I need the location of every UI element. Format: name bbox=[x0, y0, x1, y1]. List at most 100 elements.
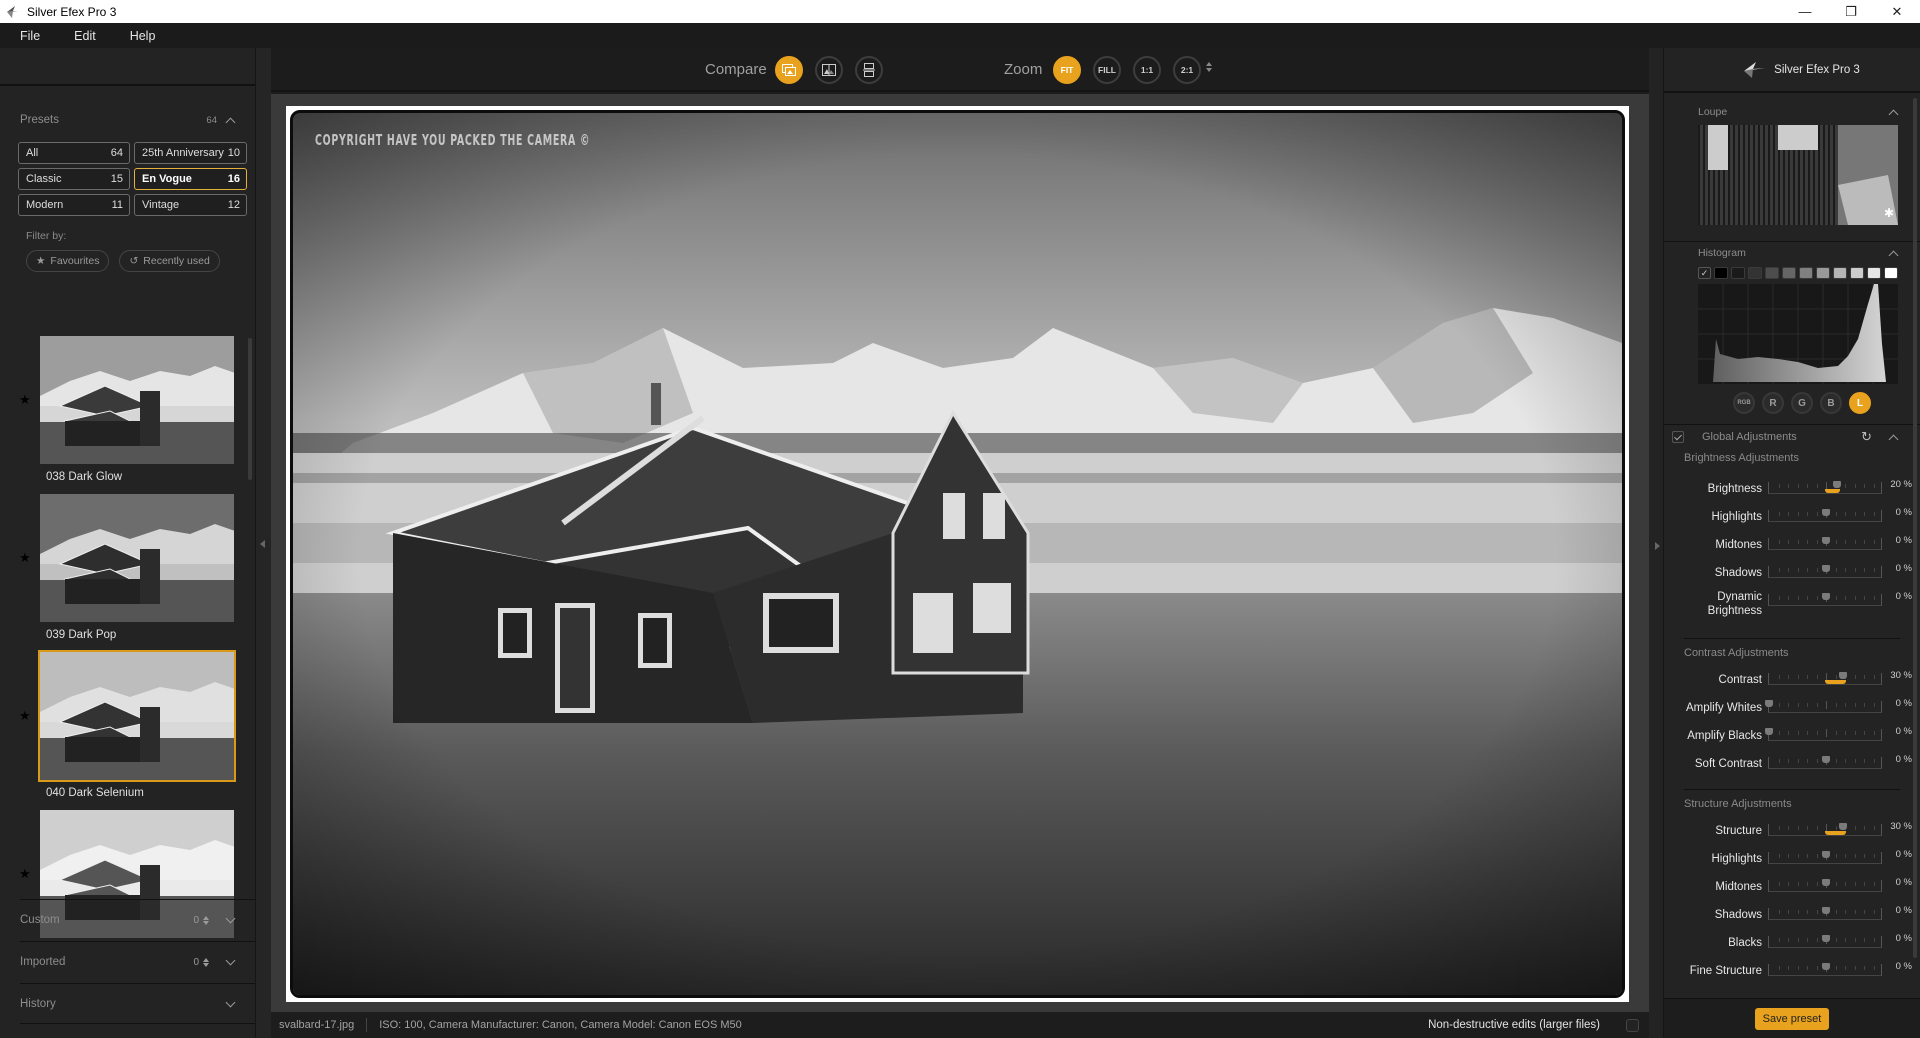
slider-track[interactable] bbox=[1768, 823, 1882, 836]
slider-track[interactable] bbox=[1765, 700, 1882, 713]
slider-track[interactable] bbox=[1768, 565, 1882, 578]
presets-header[interactable]: Presets 64 bbox=[0, 98, 255, 142]
restore-button[interactable]: ❐ bbox=[1828, 0, 1874, 23]
zone-swatch[interactable] bbox=[1867, 267, 1881, 279]
slider-track[interactable] bbox=[1768, 907, 1882, 920]
slider-track[interactable] bbox=[1768, 935, 1882, 948]
section-custom[interactable]: Custom 0 bbox=[20, 899, 255, 940]
slider-thumb[interactable] bbox=[1765, 700, 1773, 707]
favourite-star-icon[interactable]: ★ bbox=[19, 392, 31, 408]
zone-swatch[interactable] bbox=[1799, 267, 1813, 279]
loupe-preview[interactable]: ✱ bbox=[1698, 125, 1898, 225]
reset-icon[interactable]: ↻ bbox=[1861, 429, 1872, 445]
close-button[interactable]: ✕ bbox=[1874, 0, 1920, 23]
category-all[interactable]: All 64 bbox=[18, 142, 130, 164]
compare-side-by-side-button[interactable] bbox=[855, 56, 883, 84]
slider-track[interactable] bbox=[1768, 537, 1882, 550]
collapse-chevron-icon[interactable] bbox=[1888, 248, 1898, 258]
slider-track[interactable] bbox=[1768, 481, 1882, 494]
slider-thumb[interactable] bbox=[1822, 756, 1830, 763]
slider-thumb[interactable] bbox=[1822, 537, 1830, 544]
sort-icon[interactable] bbox=[203, 957, 209, 967]
slider-thumb[interactable] bbox=[1822, 509, 1830, 516]
preview-image[interactable]: Copyright Have you Packed the Camera © bbox=[290, 110, 1625, 998]
collapse-chevron-icon[interactable] bbox=[1888, 107, 1898, 117]
zone-toggle-checkbox[interactable]: ✓ bbox=[1698, 267, 1711, 279]
category-vintage[interactable]: Vintage 12 bbox=[134, 194, 247, 216]
global-adjustments-checkbox[interactable] bbox=[1672, 430, 1684, 443]
zoom-1-1-button[interactable]: 1:1 bbox=[1133, 56, 1161, 84]
slider-thumb[interactable] bbox=[1822, 879, 1830, 886]
slider-thumb[interactable] bbox=[1765, 728, 1773, 735]
sort-icon[interactable] bbox=[203, 915, 209, 925]
slider-track[interactable] bbox=[1768, 593, 1882, 606]
zoom-2-1-button[interactable]: 2:1 bbox=[1173, 56, 1201, 84]
zone-swatch[interactable] bbox=[1714, 267, 1728, 279]
channel-g-button[interactable]: G bbox=[1791, 392, 1813, 414]
slider-track[interactable] bbox=[1765, 728, 1882, 741]
zoom-fill-button[interactable]: FILL bbox=[1093, 56, 1121, 84]
minimize-button[interactable]: — bbox=[1782, 0, 1828, 23]
histogram-header[interactable]: Histogram bbox=[1664, 241, 1920, 263]
zone-swatch[interactable] bbox=[1833, 267, 1847, 279]
non-destructive-checkbox[interactable] bbox=[1626, 1018, 1639, 1032]
menu-edit[interactable]: Edit bbox=[54, 29, 110, 43]
slider-track[interactable] bbox=[1768, 879, 1882, 892]
slider-thumb[interactable] bbox=[1822, 907, 1830, 914]
slider-track[interactable] bbox=[1768, 851, 1882, 864]
channel-r-button[interactable]: R bbox=[1762, 392, 1784, 414]
filter-favourites[interactable]: ★ Favourites bbox=[26, 250, 110, 272]
zone-swatch[interactable] bbox=[1731, 267, 1745, 279]
zone-swatch[interactable] bbox=[1850, 267, 1864, 279]
expand-chevron-icon[interactable] bbox=[225, 915, 235, 925]
channel-b-button[interactable]: B bbox=[1820, 392, 1842, 414]
slider-track[interactable] bbox=[1768, 756, 1882, 769]
expand-chevron-icon[interactable] bbox=[225, 957, 235, 967]
slider-thumb[interactable] bbox=[1822, 851, 1830, 858]
zone-swatch[interactable] bbox=[1765, 267, 1779, 279]
right-panel-collapse-handle[interactable] bbox=[1649, 48, 1664, 1038]
slider-thumb[interactable] bbox=[1839, 823, 1848, 830]
save-preset-button[interactable]: Save preset bbox=[1754, 1007, 1830, 1030]
slider-thumb[interactable] bbox=[1822, 565, 1830, 572]
left-panel-collapse-handle[interactable] bbox=[255, 48, 271, 1038]
category-modern[interactable]: Modern 11 bbox=[18, 194, 130, 216]
menu-help[interactable]: Help bbox=[110, 29, 170, 43]
collapse-chevron-icon[interactable] bbox=[225, 115, 235, 125]
global-adjustments-header[interactable]: Global Adjustments ↻ bbox=[1664, 424, 1920, 448]
slider-thumb[interactable] bbox=[1822, 963, 1830, 970]
channel-rgb-button[interactable]: RGB bbox=[1733, 392, 1755, 414]
preset-thumbnail[interactable]: ★ 038 Dark Glow bbox=[0, 334, 255, 492]
preset-thumbnail[interactable]: ★ 039 Dark Pop bbox=[0, 492, 255, 650]
zone-swatch[interactable] bbox=[1816, 267, 1830, 279]
slider-track[interactable] bbox=[1768, 963, 1882, 976]
slider-thumb[interactable] bbox=[1822, 935, 1830, 942]
category-classic[interactable]: Classic 15 bbox=[18, 168, 130, 190]
section-history[interactable]: History bbox=[20, 983, 255, 1024]
slider-track[interactable] bbox=[1768, 672, 1882, 685]
zoom-fit-button[interactable]: FIT bbox=[1053, 56, 1081, 84]
slider-track[interactable] bbox=[1768, 509, 1882, 522]
slider-thumb[interactable] bbox=[1833, 481, 1842, 488]
zoom-stepper[interactable] bbox=[1206, 62, 1212, 72]
zone-swatch[interactable] bbox=[1884, 267, 1898, 279]
favourite-star-icon[interactable]: ★ bbox=[19, 708, 31, 724]
preset-preview-image[interactable] bbox=[38, 334, 236, 466]
menu-file[interactable]: File bbox=[0, 29, 54, 43]
section-imported[interactable]: Imported 0 bbox=[20, 941, 255, 982]
preset-preview-image[interactable] bbox=[38, 650, 236, 782]
category-en-vogue[interactable]: En Vogue 16 bbox=[134, 168, 247, 190]
preset-preview-image[interactable] bbox=[38, 492, 236, 624]
collapse-chevron-icon[interactable] bbox=[1888, 432, 1898, 442]
slider-thumb[interactable] bbox=[1822, 593, 1830, 600]
compare-split-button[interactable] bbox=[815, 56, 843, 84]
compare-single-button[interactable] bbox=[775, 56, 803, 84]
zone-swatch[interactable] bbox=[1782, 267, 1796, 279]
channel-l-button[interactable]: L bbox=[1849, 392, 1871, 414]
thumbnail-scrollbar[interactable] bbox=[248, 338, 252, 480]
preset-thumbnail[interactable]: ★ 040 Dark Selenium bbox=[0, 650, 255, 808]
favourite-star-icon[interactable]: ★ bbox=[19, 550, 31, 566]
slider-thumb[interactable] bbox=[1839, 672, 1848, 679]
image-canvas[interactable]: Copyright Have you Packed the Camera © bbox=[271, 94, 1649, 1012]
expand-chevron-icon[interactable] bbox=[225, 999, 235, 1009]
